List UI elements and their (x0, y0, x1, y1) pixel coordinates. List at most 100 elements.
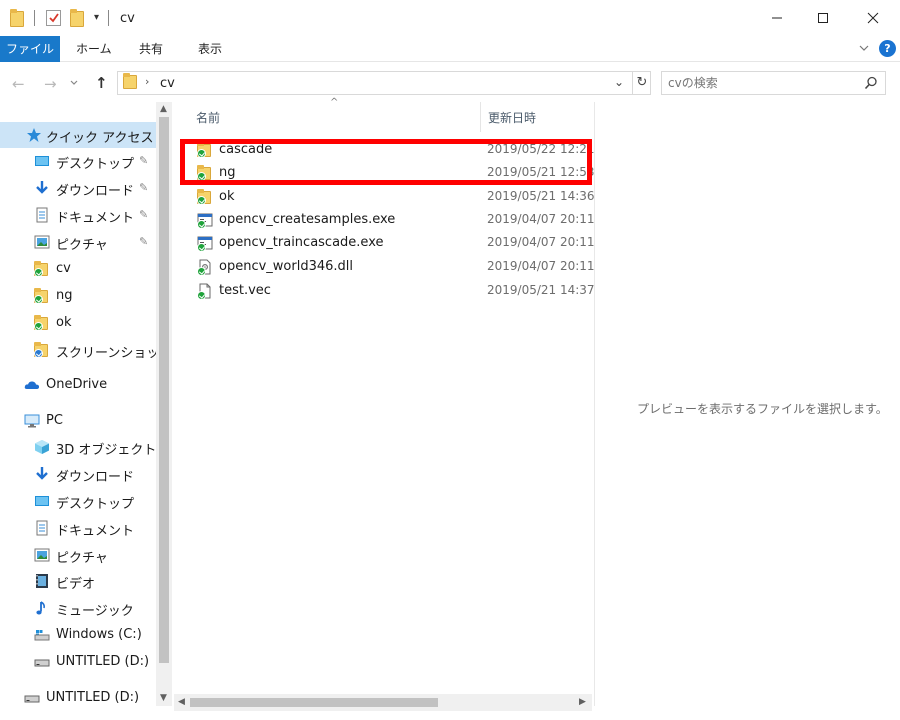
sidebar-item-screenshots[interactable]: スクリーンショット (0, 337, 172, 363)
sync-check-icon (197, 196, 206, 205)
preview-message: プレビューを表示するファイルを選択します。 (637, 402, 888, 416)
address-dropdown-button[interactable]: ⌄ (614, 75, 624, 89)
scroll-right-arrow-icon[interactable]: ▶ (579, 697, 586, 707)
sidebar-item-desktop[interactable]: デスクトップ ✎ (0, 148, 156, 174)
sidebar-item-3d-objects[interactable]: 3D オブジェクト (0, 434, 156, 460)
highlight-annotation (180, 139, 592, 185)
minimize-button[interactable] (754, 0, 800, 36)
address-bar[interactable]: › cv ⌄ ↻ (117, 71, 651, 95)
pictures-icon (34, 548, 50, 562)
download-icon (36, 467, 48, 480)
file-list-horizontal-scrollbar[interactable]: ◀ ▶ (174, 694, 592, 711)
sidebar-item-label: ダウンロード (56, 470, 135, 485)
file-row-world346[interactable]: opencv_world346.dll 2019/04/07 20:11 (194, 256, 595, 279)
up-button[interactable]: ↑ (95, 74, 108, 92)
scroll-up-arrow-icon[interactable]: ▲ (160, 104, 167, 114)
file-row-test-vec[interactable]: test.vec 2019/05/21 14:37 (194, 280, 595, 303)
sidebar-item-ng[interactable]: ng (0, 283, 156, 309)
file-date: 2019/04/07 20:11 (487, 259, 595, 273)
file-row-createsamples[interactable]: opencv_createsamples.exe 2019/04/07 20:1… (194, 209, 595, 232)
video-icon (36, 574, 48, 588)
sync-check-icon (197, 243, 206, 252)
folder-icon (10, 9, 24, 27)
scroll-left-arrow-icon[interactable]: ◀ (178, 697, 185, 707)
sync-check-icon (34, 295, 43, 304)
sidebar-item-onedrive[interactable]: OneDrive (0, 372, 156, 398)
sidebar-item-untitled-d[interactable]: UNTITLED (D:) (0, 649, 156, 675)
sidebar-item-windows-c[interactable]: Windows (C:) (0, 622, 156, 648)
close-icon (867, 12, 879, 24)
sidebar-item-label: ng (56, 288, 73, 303)
sidebar-item-label: スクリーンショット (56, 346, 173, 361)
star-icon (27, 128, 41, 142)
breadcrumb-separator[interactable]: › (145, 75, 149, 88)
sidebar-item-untitled-d-root[interactable]: UNTITLED (D:) (0, 685, 156, 711)
file-row-traincascade[interactable]: opencv_traincascade.exe 2019/04/07 20:11 (194, 232, 595, 255)
sync-check-icon (197, 220, 206, 229)
forward-button[interactable]: → (44, 75, 57, 93)
new-folder-icon[interactable] (70, 9, 84, 27)
file-name: ok (219, 189, 235, 204)
refresh-button[interactable]: ↻ (632, 72, 651, 94)
folder-icon (123, 73, 137, 89)
title-separator (108, 10, 109, 26)
sidebar-scrollbar[interactable]: ▲ ▼ (156, 102, 172, 706)
tab-file[interactable]: ファイル (0, 36, 60, 62)
scroll-down-arrow-icon[interactable]: ▼ (160, 693, 167, 703)
file-name: opencv_world346.dll (219, 259, 353, 274)
sidebar-item-downloads-pc[interactable]: ダウンロード (0, 461, 156, 487)
navigation-pane: クイック アクセス デスクトップ ✎ ダウンロード ✎ ドキュメント ✎ ピクチ… (0, 102, 172, 720)
back-button[interactable]: ← (12, 75, 25, 93)
document-icon (36, 520, 48, 536)
desktop-icon (35, 496, 49, 506)
sidebar-item-ok[interactable]: ok (0, 310, 156, 336)
tab-view[interactable]: 表示 (188, 36, 232, 62)
sidebar-item-label: クイック アクセス (46, 131, 154, 146)
sidebar-item-label: ok (56, 315, 72, 330)
breadcrumb-cv[interactable]: cv (160, 76, 175, 91)
pc-icon (24, 414, 40, 428)
title-bar: ▾ cv (0, 0, 900, 36)
file-list: ^ 名前 更新日時 cascade 2019/05/22 12:21 ng 20… (174, 97, 595, 706)
pin-icon[interactable]: ✎ (139, 181, 148, 194)
column-header-date[interactable]: 更新日時 (481, 102, 592, 132)
folder-icon (197, 189, 213, 205)
sidebar-item-cv[interactable]: cv (0, 256, 156, 282)
sidebar-item-quick-access[interactable]: クイック アクセス (0, 122, 156, 148)
sidebar-item-documents[interactable]: ドキュメント ✎ (0, 202, 156, 228)
sidebar-item-label: ダウンロード (56, 184, 135, 199)
horizontal-scroll-thumb[interactable] (190, 698, 438, 707)
sidebar-item-videos[interactable]: ビデオ (0, 568, 156, 594)
sidebar-item-pictures[interactable]: ピクチャ ✎ (0, 229, 156, 255)
sidebar-item-music[interactable]: ミュージック (0, 595, 156, 621)
search-icon[interactable] (864, 76, 878, 90)
sidebar-item-desktop-pc[interactable]: デスクトップ (0, 488, 156, 514)
sidebar-scroll-thumb[interactable] (159, 117, 169, 663)
cube-icon (35, 440, 49, 454)
maximize-button[interactable] (800, 0, 846, 36)
sidebar-item-pc[interactable]: PC (0, 408, 156, 434)
column-header-name[interactable]: ^ 名前 (174, 97, 480, 132)
properties-check-icon[interactable] (46, 10, 61, 26)
sidebar-item-downloads[interactable]: ダウンロード ✎ (0, 175, 156, 201)
cloud-icon (24, 381, 40, 389)
tab-share[interactable]: 共有 (129, 36, 173, 62)
recent-locations-chevron-icon[interactable] (69, 78, 79, 88)
pin-icon[interactable]: ✎ (139, 154, 148, 167)
file-name: opencv_createsamples.exe (219, 212, 396, 227)
sidebar-item-pictures-pc[interactable]: ピクチャ (0, 542, 156, 568)
search-input[interactable] (668, 75, 858, 91)
file-row-ok[interactable]: ok 2019/05/21 14:36 (194, 186, 595, 209)
tab-home[interactable]: ホーム (66, 36, 122, 62)
pin-icon[interactable]: ✎ (139, 235, 148, 248)
pin-icon[interactable]: ✎ (139, 208, 148, 221)
drive-icon (34, 659, 50, 667)
quick-access-toolbar-dropdown[interactable]: ▾ (94, 12, 99, 23)
sidebar-item-documents-pc[interactable]: ドキュメント (0, 515, 156, 541)
close-button[interactable] (850, 0, 896, 36)
search-box[interactable] (661, 71, 886, 95)
window-title: cv (120, 11, 135, 26)
expand-ribbon-icon[interactable] (858, 42, 870, 54)
help-button[interactable]: ? (879, 40, 896, 57)
sync-check-icon (197, 291, 206, 300)
